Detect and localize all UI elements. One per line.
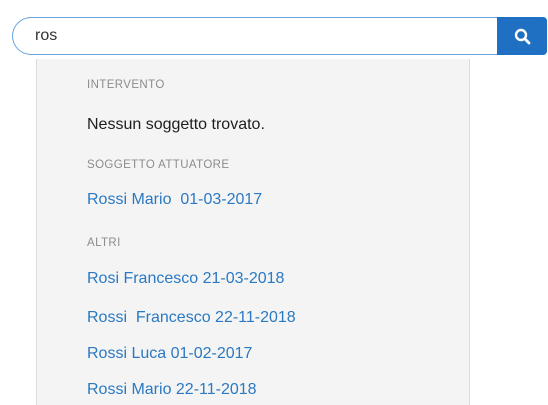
- result-item[interactable]: Rossi Luca 01-02-2017: [87, 345, 252, 363]
- search-suggestions-dropdown: INTERVENTO Nessun soggetto trovato. SOGG…: [36, 59, 470, 405]
- result-item[interactable]: Rossi Mario 22-11-2018: [87, 381, 257, 399]
- no-results-message: Nessun soggetto trovato.: [87, 116, 265, 133]
- result-item[interactable]: Rossi Francesco 22-11-2018: [87, 309, 296, 327]
- section-header-soggetto-attuatore: SOGGETTO ATTUATORE: [87, 159, 230, 171]
- section-header-intervento: INTERVENTO: [87, 79, 165, 91]
- search-icon: [514, 28, 530, 44]
- search-input[interactable]: [12, 17, 497, 55]
- result-item[interactable]: Rossi Mario 01-03-2017: [87, 191, 262, 209]
- section-header-altri: ALTRI: [87, 237, 121, 249]
- search-widget: INTERVENTO Nessun soggetto trovato. SOGG…: [0, 0, 548, 405]
- search-bar: [12, 17, 547, 55]
- result-item[interactable]: Rosi Francesco 21-03-2018: [87, 270, 284, 288]
- search-button[interactable]: [497, 17, 547, 55]
